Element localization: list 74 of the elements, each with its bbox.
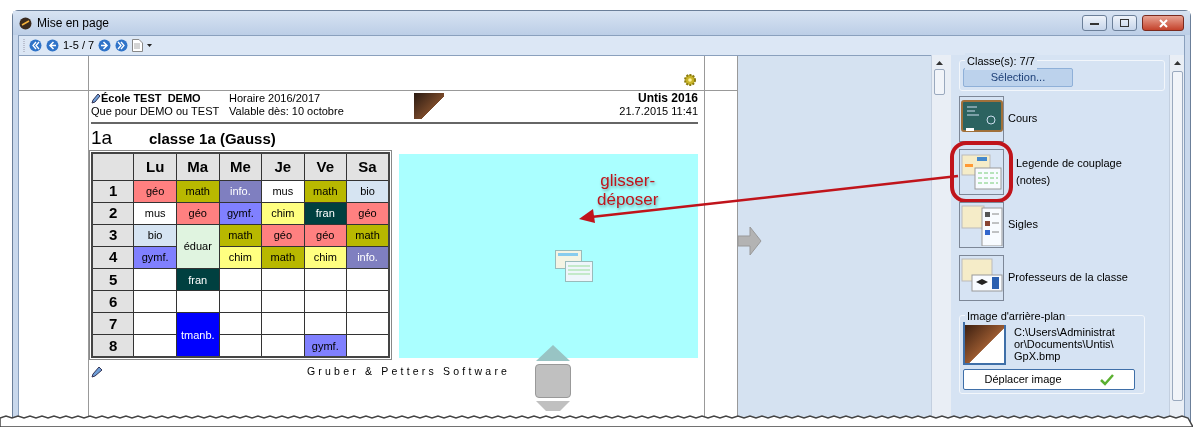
layout-item[interactable]: [959, 148, 1004, 195]
footer-text: Gruber & Petters Software: [307, 364, 511, 379]
close-icon: [1158, 18, 1168, 28]
empty-cell: [219, 312, 262, 335]
scroll-up-icon[interactable]: [936, 61, 944, 65]
next-page-icon[interactable]: [98, 39, 112, 52]
logo-thumbnail: [414, 93, 444, 119]
empty-cell: [261, 290, 305, 313]
period-number: 7: [92, 312, 134, 335]
layout-item[interactable]: [959, 201, 1004, 248]
empty-cell: [176, 290, 220, 313]
day-header: Je: [261, 153, 305, 181]
period-number: 3: [92, 224, 134, 247]
caret-icon[interactable]: [147, 44, 153, 47]
lesson-cell: tmanb.: [176, 312, 220, 357]
window-title: Mise en page: [37, 15, 110, 32]
maximize-button[interactable]: [1112, 15, 1137, 31]
last-page-icon[interactable]: [115, 39, 129, 52]
scroll-handle[interactable]: [535, 364, 571, 398]
page-range: 1-5 / 7: [63, 38, 95, 54]
valid-from-date: Valable dès: 10 octobre: [229, 105, 345, 118]
period-number: 6: [92, 290, 134, 313]
day-header: Lu: [133, 153, 177, 181]
period-number: 2: [92, 202, 134, 225]
product-name: Untis 2016: [637, 92, 698, 105]
minimize-button[interactable]: [1082, 15, 1107, 31]
selection-button[interactable]: Sélection...: [963, 68, 1073, 87]
background-thumbnail[interactable]: [963, 322, 1006, 365]
close-button[interactable]: [1142, 15, 1184, 31]
legend-icon: [554, 250, 593, 282]
pencil-icon[interactable]: [91, 93, 101, 104]
app-icon: [19, 16, 32, 30]
period-number: 5: [92, 268, 134, 291]
item-label[interactable]: Legende de couplage (notes): [1016, 155, 1148, 188]
empty-cell: [304, 312, 347, 335]
period-number: 4: [92, 246, 134, 269]
pencil-icon[interactable]: [91, 365, 103, 378]
empty-cell: [261, 268, 305, 291]
school-name: École TEST DEMO: [101, 92, 201, 105]
empty-cell: [219, 290, 262, 313]
layout-item[interactable]: [959, 254, 1004, 301]
item-label[interactable]: Cours: [1008, 110, 1038, 127]
scrollbar-thumb[interactable]: [934, 69, 946, 95]
scroll-up-icon[interactable]: [1173, 61, 1181, 65]
day-header: Me: [219, 153, 262, 181]
gear-icon[interactable]: [684, 74, 696, 86]
school-subtitle: Que pour DEMO ou TEST: [91, 105, 221, 118]
period-number: 1: [92, 180, 134, 203]
day-header: Sa: [346, 153, 389, 181]
lesson-cell: éduar: [176, 224, 220, 269]
annotation-label: glisser- déposer: [597, 171, 659, 209]
layout-item[interactable]: [959, 95, 1004, 142]
group-label: Classe(s): 7/7: [965, 53, 1037, 70]
period-number: 8: [92, 334, 134, 357]
empty-cell: [261, 312, 305, 335]
file-path: C:\Users\Administrat or\Documents\Untis\ GpX.bmp: [1014, 325, 1115, 362]
class-code: 1a: [91, 126, 114, 150]
move-image-button[interactable]: Déplacer image: [963, 369, 1135, 390]
empty-cell: [304, 268, 347, 291]
minimize-icon: [1090, 21, 1099, 25]
class-name: classe 1a (Gauss): [149, 129, 276, 149]
maximize-icon: [1120, 19, 1129, 27]
timestamp: 21.7.2015 11:41: [619, 105, 698, 118]
legend-icon: [960, 203, 1003, 246]
item-label[interactable]: Sigles: [1008, 216, 1038, 233]
schedule-year: Horaire 2016/2017: [229, 92, 322, 105]
day-header: Ma: [176, 153, 220, 181]
scrollbar-thumb[interactable]: [1171, 71, 1183, 401]
item-label[interactable]: Professeurs de la classe: [1008, 269, 1128, 286]
table-corner: [92, 153, 134, 181]
first-page-icon[interactable]: [29, 39, 42, 52]
empty-cell: [304, 290, 347, 313]
day-header: Ve: [304, 153, 347, 181]
previous-page-icon[interactable]: [46, 39, 59, 52]
